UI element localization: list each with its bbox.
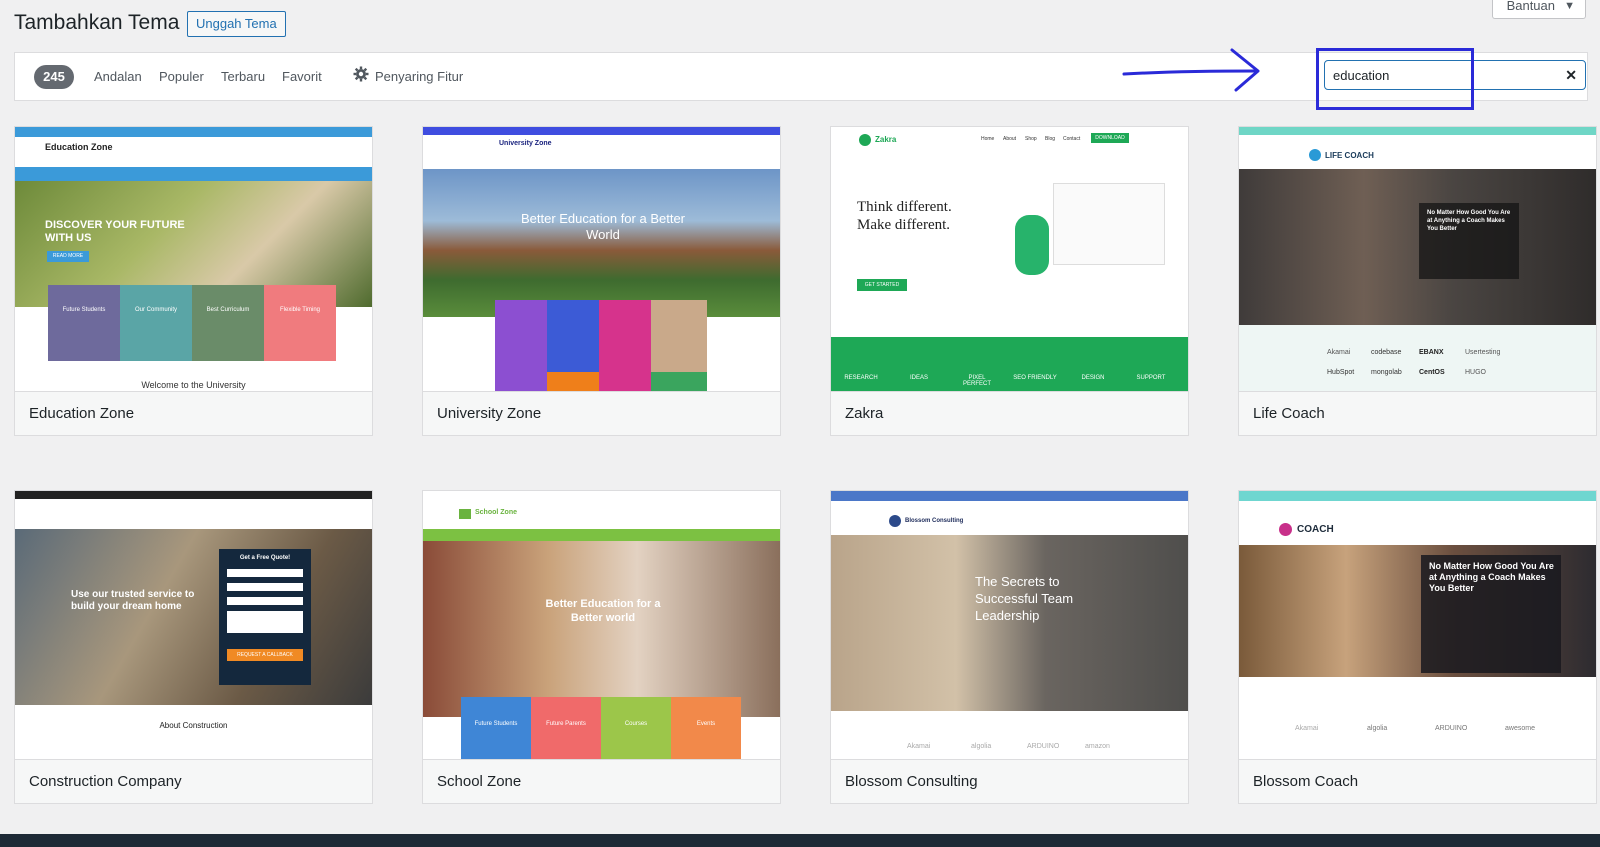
shot-logo: algolia <box>1367 725 1388 732</box>
shot-logo: Akamai <box>1327 349 1351 356</box>
theme-card-zakra[interactable]: Zakra Home About Shop Blog Contact DOWNL… <box>830 126 1189 436</box>
shot-hero-line: Think different. <box>857 199 952 215</box>
feature-filter-link[interactable]: Penyaring Fitur <box>375 69 463 84</box>
theme-screenshot: Zakra Home About Shop Blog Contact DOWNL… <box>831 127 1188 392</box>
shot-nav-item: Blog <box>1045 136 1056 142</box>
theme-card-blossom-coach[interactable]: COACH No Matter How Good You Are at Anyt… <box>1238 490 1597 804</box>
shot-logo: CentOS <box>1419 369 1445 376</box>
help-tab[interactable]: Bantuan ▼ <box>1491 0 1586 19</box>
theme-screenshot: Blossom Consulting The Secrets to Succes… <box>831 491 1188 760</box>
theme-name: Education Zone <box>15 391 372 435</box>
shot-nav-item: About <box>1003 136 1017 142</box>
shot-logo: HUGO <box>1465 369 1486 376</box>
theme-card-school-zone[interactable]: School Zone Better Education for a Bette… <box>422 490 781 804</box>
theme-name: Blossom Consulting <box>831 759 1188 803</box>
shot-brand: COACH <box>1297 524 1334 535</box>
taskbar <box>0 834 1600 847</box>
shot-tile-label: Future Students <box>474 721 518 727</box>
theme-name: Life Coach <box>1239 391 1596 435</box>
shot-nav-item: Contact <box>1063 136 1081 142</box>
shot-button: GET STARTED <box>857 279 907 291</box>
shot-logo: Akamai <box>1295 725 1319 732</box>
filter-popular[interactable]: Populer <box>159 69 204 84</box>
shot-logo: mongolab <box>1371 369 1402 376</box>
shot-section-title: About Construction <box>159 721 228 730</box>
filter-featured[interactable]: Andalan <box>94 69 142 84</box>
shot-logo: EBANX <box>1419 349 1444 356</box>
shot-hero-line: Make different. <box>857 217 951 233</box>
shot-nav-button: DOWNLOAD <box>1091 133 1129 143</box>
shot-brand: LIFE COACH <box>1325 151 1374 160</box>
shot-feature-label: RESEARCH <box>844 375 878 381</box>
page-title: Tambahkan Tema <box>14 11 180 34</box>
shot-hero-text: The Secrets to Successful Team Leadershi… <box>975 574 1074 623</box>
close-icon[interactable]: ✕ <box>1565 67 1577 83</box>
shot-footer-text: Welcome to the University <box>141 380 246 390</box>
shot-brand: Blossom Consulting <box>905 518 964 524</box>
theme-screenshot: School Zone Better Education for a Bette… <box>423 491 780 760</box>
shot-feature-label: PIXEL PERFECT <box>962 375 991 387</box>
shot-nav-item: Shop <box>1025 136 1037 142</box>
shot-hero-text: Better Education for a Better world <box>545 598 661 624</box>
upload-theme-button[interactable]: Unggah Tema <box>187 11 286 37</box>
theme-card-life-coach[interactable]: LIFE COACH No Matter How Good You Are at… <box>1238 126 1597 436</box>
theme-card-university-zone[interactable]: University Zone Better Education for a B… <box>422 126 781 436</box>
filter-latest[interactable]: Terbaru <box>221 69 265 84</box>
shot-brand: School Zone <box>475 509 517 516</box>
shot-hero-text: No Matter How Good You Are at Anything a… <box>1429 561 1554 593</box>
theme-count-badge: 245 <box>34 65 74 89</box>
shot-logo: algolia <box>971 743 992 750</box>
shot-hero-text: Use our trusted service to build your dr… <box>71 589 195 612</box>
help-label: Bantuan <box>1506 0 1555 13</box>
theme-card-blossom-consulting[interactable]: Blossom Consulting The Secrets to Succes… <box>830 490 1189 804</box>
shot-logo: Akamai <box>907 743 931 750</box>
shot-hero-text: No Matter How Good You Are at Anything a… <box>1427 210 1511 232</box>
shot-logo: ARDUINO <box>1435 725 1468 732</box>
shot-logo: amazon <box>1085 743 1110 750</box>
theme-name: Blossom Coach <box>1239 759 1596 803</box>
theme-screenshot: Education Zone DISCOVER YOUR FUTURE WITH… <box>15 127 372 392</box>
search-input[interactable] <box>1331 64 1551 86</box>
shot-tile-label: Best Curriculum <box>206 307 250 313</box>
shot-logo: codebase <box>1371 349 1402 356</box>
theme-name: Construction Company <box>15 759 372 803</box>
shot-feature-label: IDEAS <box>909 375 928 381</box>
theme-name: School Zone <box>423 759 780 803</box>
shot-logo: Usertesting <box>1465 349 1501 356</box>
shot-tile-label: Future Students <box>62 307 106 313</box>
theme-screenshot: LIFE COACH No Matter How Good You Are at… <box>1239 127 1596 392</box>
shot-logo: HubSpot <box>1327 369 1355 376</box>
theme-name: University Zone <box>423 391 780 435</box>
shot-brand: Education Zone <box>45 142 113 152</box>
shot-feature-label: SUPPORT <box>1136 375 1166 381</box>
theme-card-construction-company[interactable]: Use our trusted service to build your dr… <box>14 490 373 804</box>
shot-tile-label: Courses <box>624 721 648 727</box>
gear-icon[interactable] <box>353 66 369 82</box>
shot-logo: ARDUINO <box>1027 743 1060 750</box>
theme-screenshot: COACH No Matter How Good You Are at Anyt… <box>1239 491 1596 760</box>
shot-tile-label: Events <box>696 721 716 727</box>
shot-feature-label: SEO FRIENDLY <box>1013 375 1057 381</box>
shot-nav-item: Home <box>981 136 995 142</box>
theme-screenshot: University Zone Better Education for a B… <box>423 127 780 392</box>
shot-feature-label: DESIGN <box>1081 375 1105 381</box>
shot-hero-text: Better Education for a Better World <box>520 211 686 242</box>
shot-brand: Zakra <box>875 135 897 144</box>
shot-tile-label: Flexible Timing <box>279 307 320 313</box>
theme-card-education-zone[interactable]: Education Zone DISCOVER YOUR FUTURE WITH… <box>14 126 373 436</box>
theme-name: Zakra <box>831 391 1188 435</box>
shot-brand: University Zone <box>499 140 552 147</box>
shot-tile-label: Our Community <box>134 307 177 313</box>
shot-logo: awesome <box>1505 725 1535 732</box>
search-box: ✕ <box>1324 60 1586 90</box>
shot-tile-label: Future Parents <box>546 721 586 727</box>
shot-button: READ MORE <box>47 251 89 262</box>
shot-quote-button: REQUEST A CALLBACK <box>227 649 303 661</box>
theme-screenshot: Use our trusted service to build your dr… <box>15 491 372 760</box>
annotation-arrow-icon <box>1122 48 1260 92</box>
caret-down-icon: ▼ <box>1564 0 1575 12</box>
shot-quote-title: Get a Free Quote! <box>239 555 291 561</box>
filter-favorites[interactable]: Favorit <box>282 69 322 84</box>
shot-hero-text: DISCOVER YOUR FUTURE WITH US <box>45 219 185 244</box>
